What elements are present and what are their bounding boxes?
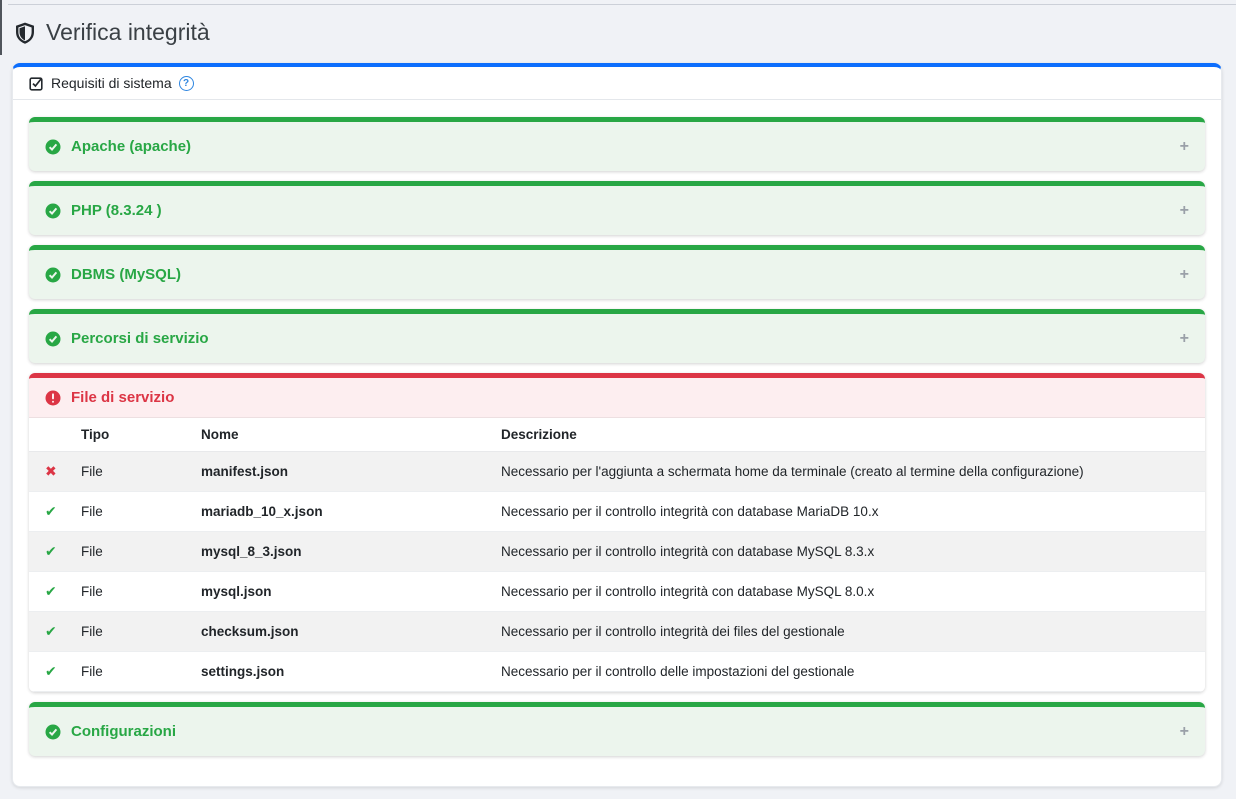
shield-halved-icon bbox=[14, 21, 36, 45]
question-circle-icon[interactable]: ? bbox=[179, 76, 194, 91]
check-circle-icon bbox=[45, 724, 61, 740]
panel-heading[interactable]: Percorsi di servizio + bbox=[29, 314, 1205, 363]
check-circle-icon bbox=[45, 267, 61, 283]
requirements-card: Requisiti di sistema ? Apache (apache)+P… bbox=[12, 63, 1222, 787]
check-icon: ✔ bbox=[45, 503, 57, 519]
file-name: mariadb_10_x.json bbox=[189, 492, 489, 532]
panel-label: Percorsi di servizio bbox=[71, 330, 209, 347]
file-description: Necessario per l'aggiunta a schermata ho… bbox=[489, 452, 1205, 492]
file-type: File bbox=[69, 652, 189, 692]
table-row: ✔ Filechecksum.jsonNecessario per il cont… bbox=[29, 612, 1205, 652]
panel-label: PHP (8.3.24 ) bbox=[71, 202, 162, 219]
plus-icon[interactable]: + bbox=[1180, 203, 1189, 219]
panel-label: DBMS (MySQL) bbox=[71, 266, 181, 283]
card-body: Apache (apache)+PHP (8.3.24 )+DBMS (MySQ… bbox=[13, 100, 1221, 786]
file-name: mysql.json bbox=[189, 572, 489, 612]
check-circle-icon bbox=[45, 331, 61, 347]
file-name: checksum.json bbox=[189, 612, 489, 652]
card-header: Requisiti di sistema ? bbox=[13, 67, 1221, 100]
file-type: File bbox=[69, 492, 189, 532]
file-description: Necessario per il controllo integrità co… bbox=[489, 572, 1205, 612]
panel-percorsi-di-servizio: Percorsi di servizio + bbox=[29, 309, 1205, 363]
page-title-text: Verifica integrità bbox=[46, 19, 210, 46]
file-description: Necessario per il controllo integrità co… bbox=[489, 532, 1205, 572]
file-name: manifest.json bbox=[189, 452, 489, 492]
panel-dbms-mysql: DBMS (MySQL) + bbox=[29, 245, 1205, 299]
panel-php-8-3-24: PHP (8.3.24 ) + bbox=[29, 181, 1205, 235]
file-type: File bbox=[69, 532, 189, 572]
check-circle-icon bbox=[45, 139, 61, 155]
table-row: ✔ Filemysql.jsonNecessario per il control… bbox=[29, 572, 1205, 612]
file-name: mysql_8_3.json bbox=[189, 532, 489, 572]
card-header-title: Requisiti di sistema bbox=[51, 75, 172, 91]
column-header bbox=[29, 418, 69, 452]
panel-label: Apache (apache) bbox=[71, 138, 191, 155]
panel-label: Configurazioni bbox=[71, 723, 176, 740]
panel-configurazioni: Configurazioni + bbox=[29, 702, 1205, 756]
check-icon: ✔ bbox=[45, 543, 57, 559]
left-edge-mark bbox=[0, 0, 2, 55]
check-icon: ✔ bbox=[45, 623, 57, 639]
times-icon: ✖ bbox=[45, 463, 57, 479]
panel-heading[interactable]: Configurazioni + bbox=[29, 707, 1205, 756]
plus-icon[interactable]: + bbox=[1180, 267, 1189, 283]
plus-icon[interactable]: + bbox=[1180, 331, 1189, 347]
panel-label: File di servizio bbox=[71, 389, 174, 406]
column-header: Descrizione bbox=[489, 418, 1205, 452]
table-row: ✔ Filemysql_8_3.jsonNecessario per il con… bbox=[29, 532, 1205, 572]
table-row: ✔ Filesettings.jsonNecessario per il cont… bbox=[29, 652, 1205, 692]
column-header: Nome bbox=[189, 418, 489, 452]
panel-heading[interactable]: Apache (apache) + bbox=[29, 122, 1205, 171]
check-icon: ✔ bbox=[45, 663, 57, 679]
file-type: File bbox=[69, 452, 189, 492]
file-description: Necessario per il controllo integrità de… bbox=[489, 612, 1205, 652]
plus-icon[interactable]: + bbox=[1180, 139, 1189, 155]
panel-heading[interactable]: DBMS (MySQL) + bbox=[29, 250, 1205, 299]
page-title: Verifica integrità bbox=[0, 0, 1236, 46]
table-row: ✖ Filemanifest.jsonNecessario per l'aggiu… bbox=[29, 452, 1205, 492]
file-description: Necessario per il controllo delle impost… bbox=[489, 652, 1205, 692]
file-type: File bbox=[69, 612, 189, 652]
service-files-table: TipoNomeDescrizione✖Filemanifest.jsonNec… bbox=[29, 418, 1205, 692]
table-header-row: TipoNomeDescrizione bbox=[29, 418, 1205, 452]
check-icon: ✔ bbox=[45, 583, 57, 599]
file-type: File bbox=[69, 572, 189, 612]
plus-icon[interactable]: + bbox=[1180, 724, 1189, 740]
file-description: Necessario per il controllo integrità co… bbox=[489, 492, 1205, 532]
column-header: Tipo bbox=[69, 418, 189, 452]
panel-apache-apache: Apache (apache) + bbox=[29, 117, 1205, 171]
exclamation-circle-icon bbox=[45, 390, 61, 406]
panel-heading[interactable]: PHP (8.3.24 ) + bbox=[29, 186, 1205, 235]
check-circle-icon bbox=[45, 203, 61, 219]
panel-heading[interactable]: File di servizio bbox=[29, 378, 1205, 418]
file-name: settings.json bbox=[189, 652, 489, 692]
check-square-icon bbox=[29, 76, 44, 91]
panel-file-di-servizio: File di servizio TipoNomeDescrizione ✖ File… bbox=[29, 373, 1205, 692]
top-divider bbox=[8, 4, 1236, 5]
table-row: ✔ Filemariadb_10_x.jsonNecessario per il … bbox=[29, 492, 1205, 532]
